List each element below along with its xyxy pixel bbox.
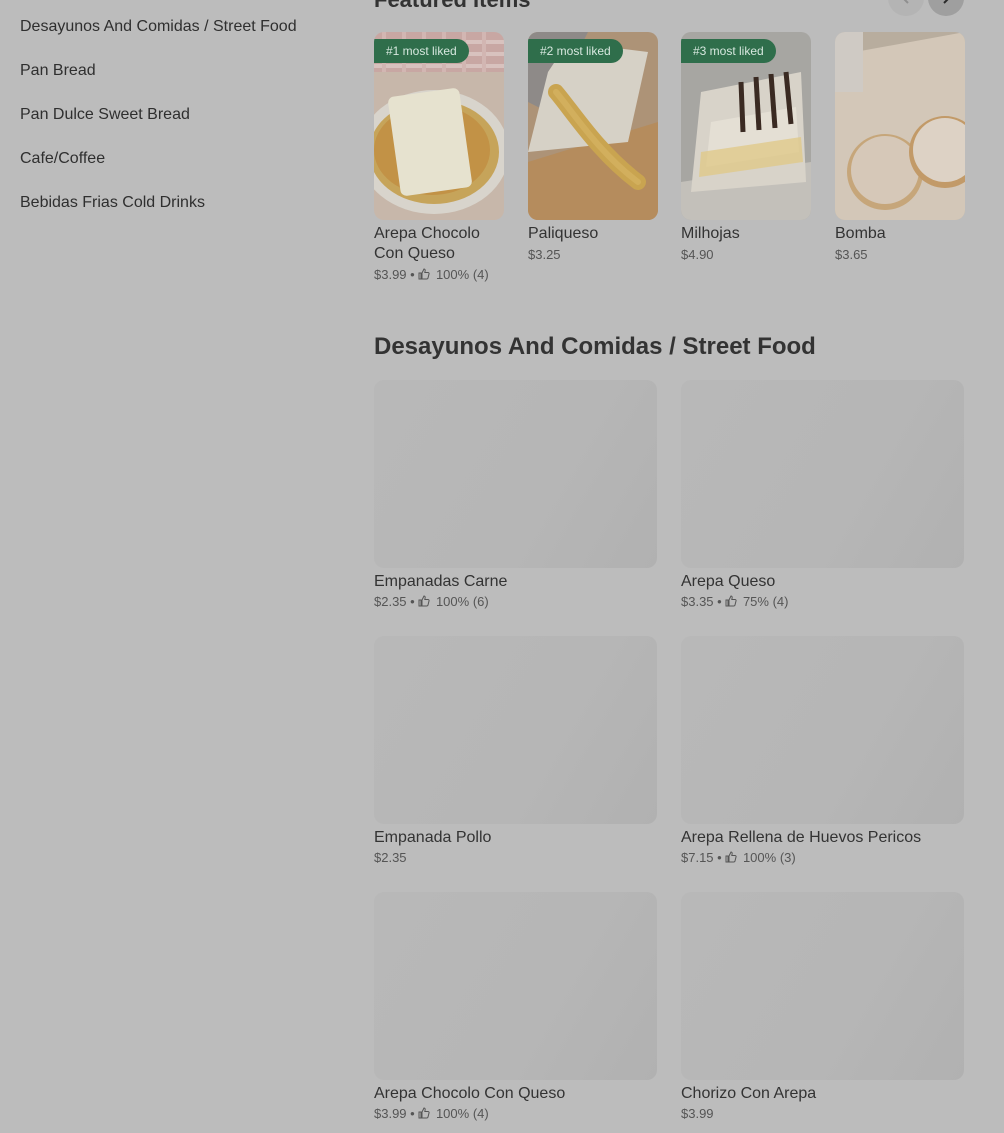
item-meta: $4.90 [681, 246, 811, 264]
menu-item-card[interactable]: Empanadas Carne $2.35 • 100% (6) [374, 380, 657, 611]
item-meta: $3.99 [681, 1105, 964, 1123]
item-name: Arepa Queso [681, 573, 776, 590]
item-price: $3.99 [374, 1106, 407, 1121]
carousel-prev-button[interactable] [888, 0, 924, 16]
item-price: $3.65 [835, 247, 868, 262]
featured-item-card[interactable]: Bomba $3.65 [835, 32, 965, 264]
item-image-placeholder [681, 380, 964, 568]
item-meta: $2.35 [374, 849, 657, 867]
most-liked-badge: #2 most liked [528, 39, 623, 63]
item-rating: 100% (4) [435, 1106, 489, 1121]
food-photo [835, 32, 965, 220]
item-price: $7.15 [681, 850, 714, 865]
item-name: Arepa Chocolo Con Queso [374, 225, 480, 262]
item-price: $4.90 [681, 247, 714, 262]
carousel-next-button[interactable] [928, 0, 964, 16]
item-meta: $3.65 [835, 246, 965, 264]
featured-item-card[interactable]: #1 most liked Arepa Chocolo Con Queso $3… [374, 32, 504, 284]
item-meta: $3.99 • 100% (4) [374, 267, 489, 282]
item-rating: 100% (3) [742, 850, 796, 865]
item-image-placeholder [374, 892, 657, 1080]
sidebar-item-pan-dulce[interactable]: Pan Dulce Sweet Bread [20, 104, 350, 148]
item-name: Milhojas [681, 225, 740, 242]
thumbs-up-icon [725, 595, 737, 607]
most-liked-badge: #3 most liked [681, 39, 776, 63]
featured-item-card[interactable]: #2 most liked Paliqueso $3.25 [528, 32, 658, 264]
thumbs-up-icon [418, 1107, 430, 1119]
item-image-placeholder [374, 380, 657, 568]
item-price: $3.99 [374, 267, 407, 282]
menu-item-card[interactable]: Arepa Chocolo Con Queso $3.99 • 100% (4) [374, 892, 657, 1123]
item-meta: $3.35 • 75% (4) [681, 594, 789, 609]
item-image-placeholder [681, 636, 964, 824]
item-name: Chorizo Con Arepa [681, 1085, 817, 1102]
category-sidebar: Desayunos And Comidas / Street Food Pan … [20, 16, 350, 236]
item-meta: $7.15 • 100% (3) [681, 850, 796, 865]
thumbs-up-icon [418, 595, 430, 607]
menu-item-card[interactable]: Empanada Pollo $2.35 [374, 636, 657, 867]
item-name: Arepa Rellena de Huevos Pericos [681, 829, 922, 846]
menu-item-card[interactable]: Chorizo Con Arepa $3.99 [681, 892, 964, 1123]
sidebar-item-desayunos[interactable]: Desayunos And Comidas / Street Food [20, 16, 350, 60]
item-rating: 100% (4) [435, 267, 489, 282]
item-meta: $2.35 • 100% (6) [374, 594, 489, 609]
featured-items-title: Featured Items [374, 0, 531, 12]
menu-item-card[interactable]: Arepa Queso $3.35 • 75% (4) [681, 380, 964, 611]
item-image-placeholder [374, 636, 657, 824]
thumbs-up-icon [418, 268, 430, 280]
item-meta: $3.25 [528, 246, 658, 264]
item-price: $2.35 [374, 850, 407, 865]
item-rating: 100% (6) [435, 594, 489, 609]
menu-item-card[interactable]: Arepa Rellena de Huevos Pericos $7.15 • … [681, 636, 964, 867]
food-photo: #1 most liked [374, 32, 504, 220]
item-name: Arepa Chocolo Con Queso [374, 1085, 566, 1102]
featured-item-card[interactable]: #3 most liked Milhojas $4.90 [681, 32, 811, 264]
item-meta: $3.99 • 100% (4) [374, 1106, 489, 1121]
food-photo: #2 most liked [528, 32, 658, 220]
sidebar-item-pan-bread[interactable]: Pan Bread [20, 60, 350, 104]
item-name: Bomba [835, 225, 886, 242]
item-price: $3.99 [681, 1106, 714, 1121]
item-price: $3.25 [528, 247, 561, 262]
chevron-left-icon [903, 0, 909, 4]
item-name: Paliqueso [528, 225, 599, 242]
item-name: Empanada Pollo [374, 829, 492, 846]
thumbs-up-icon [725, 851, 737, 863]
item-rating: 75% (4) [742, 594, 789, 609]
section-title: Desayunos And Comidas / Street Food [374, 333, 816, 360]
item-image-placeholder [681, 892, 964, 1080]
sidebar-item-cafe-coffee[interactable]: Cafe/Coffee [20, 148, 350, 192]
food-photo: #3 most liked [681, 32, 811, 220]
chevron-right-icon [943, 0, 949, 4]
sidebar-item-bebidas-frias[interactable]: Bebidas Frias Cold Drinks [20, 192, 350, 236]
most-liked-badge: #1 most liked [374, 39, 469, 63]
item-price: $2.35 [374, 594, 407, 609]
item-name: Empanadas Carne [374, 573, 508, 590]
item-price: $3.35 [681, 594, 714, 609]
